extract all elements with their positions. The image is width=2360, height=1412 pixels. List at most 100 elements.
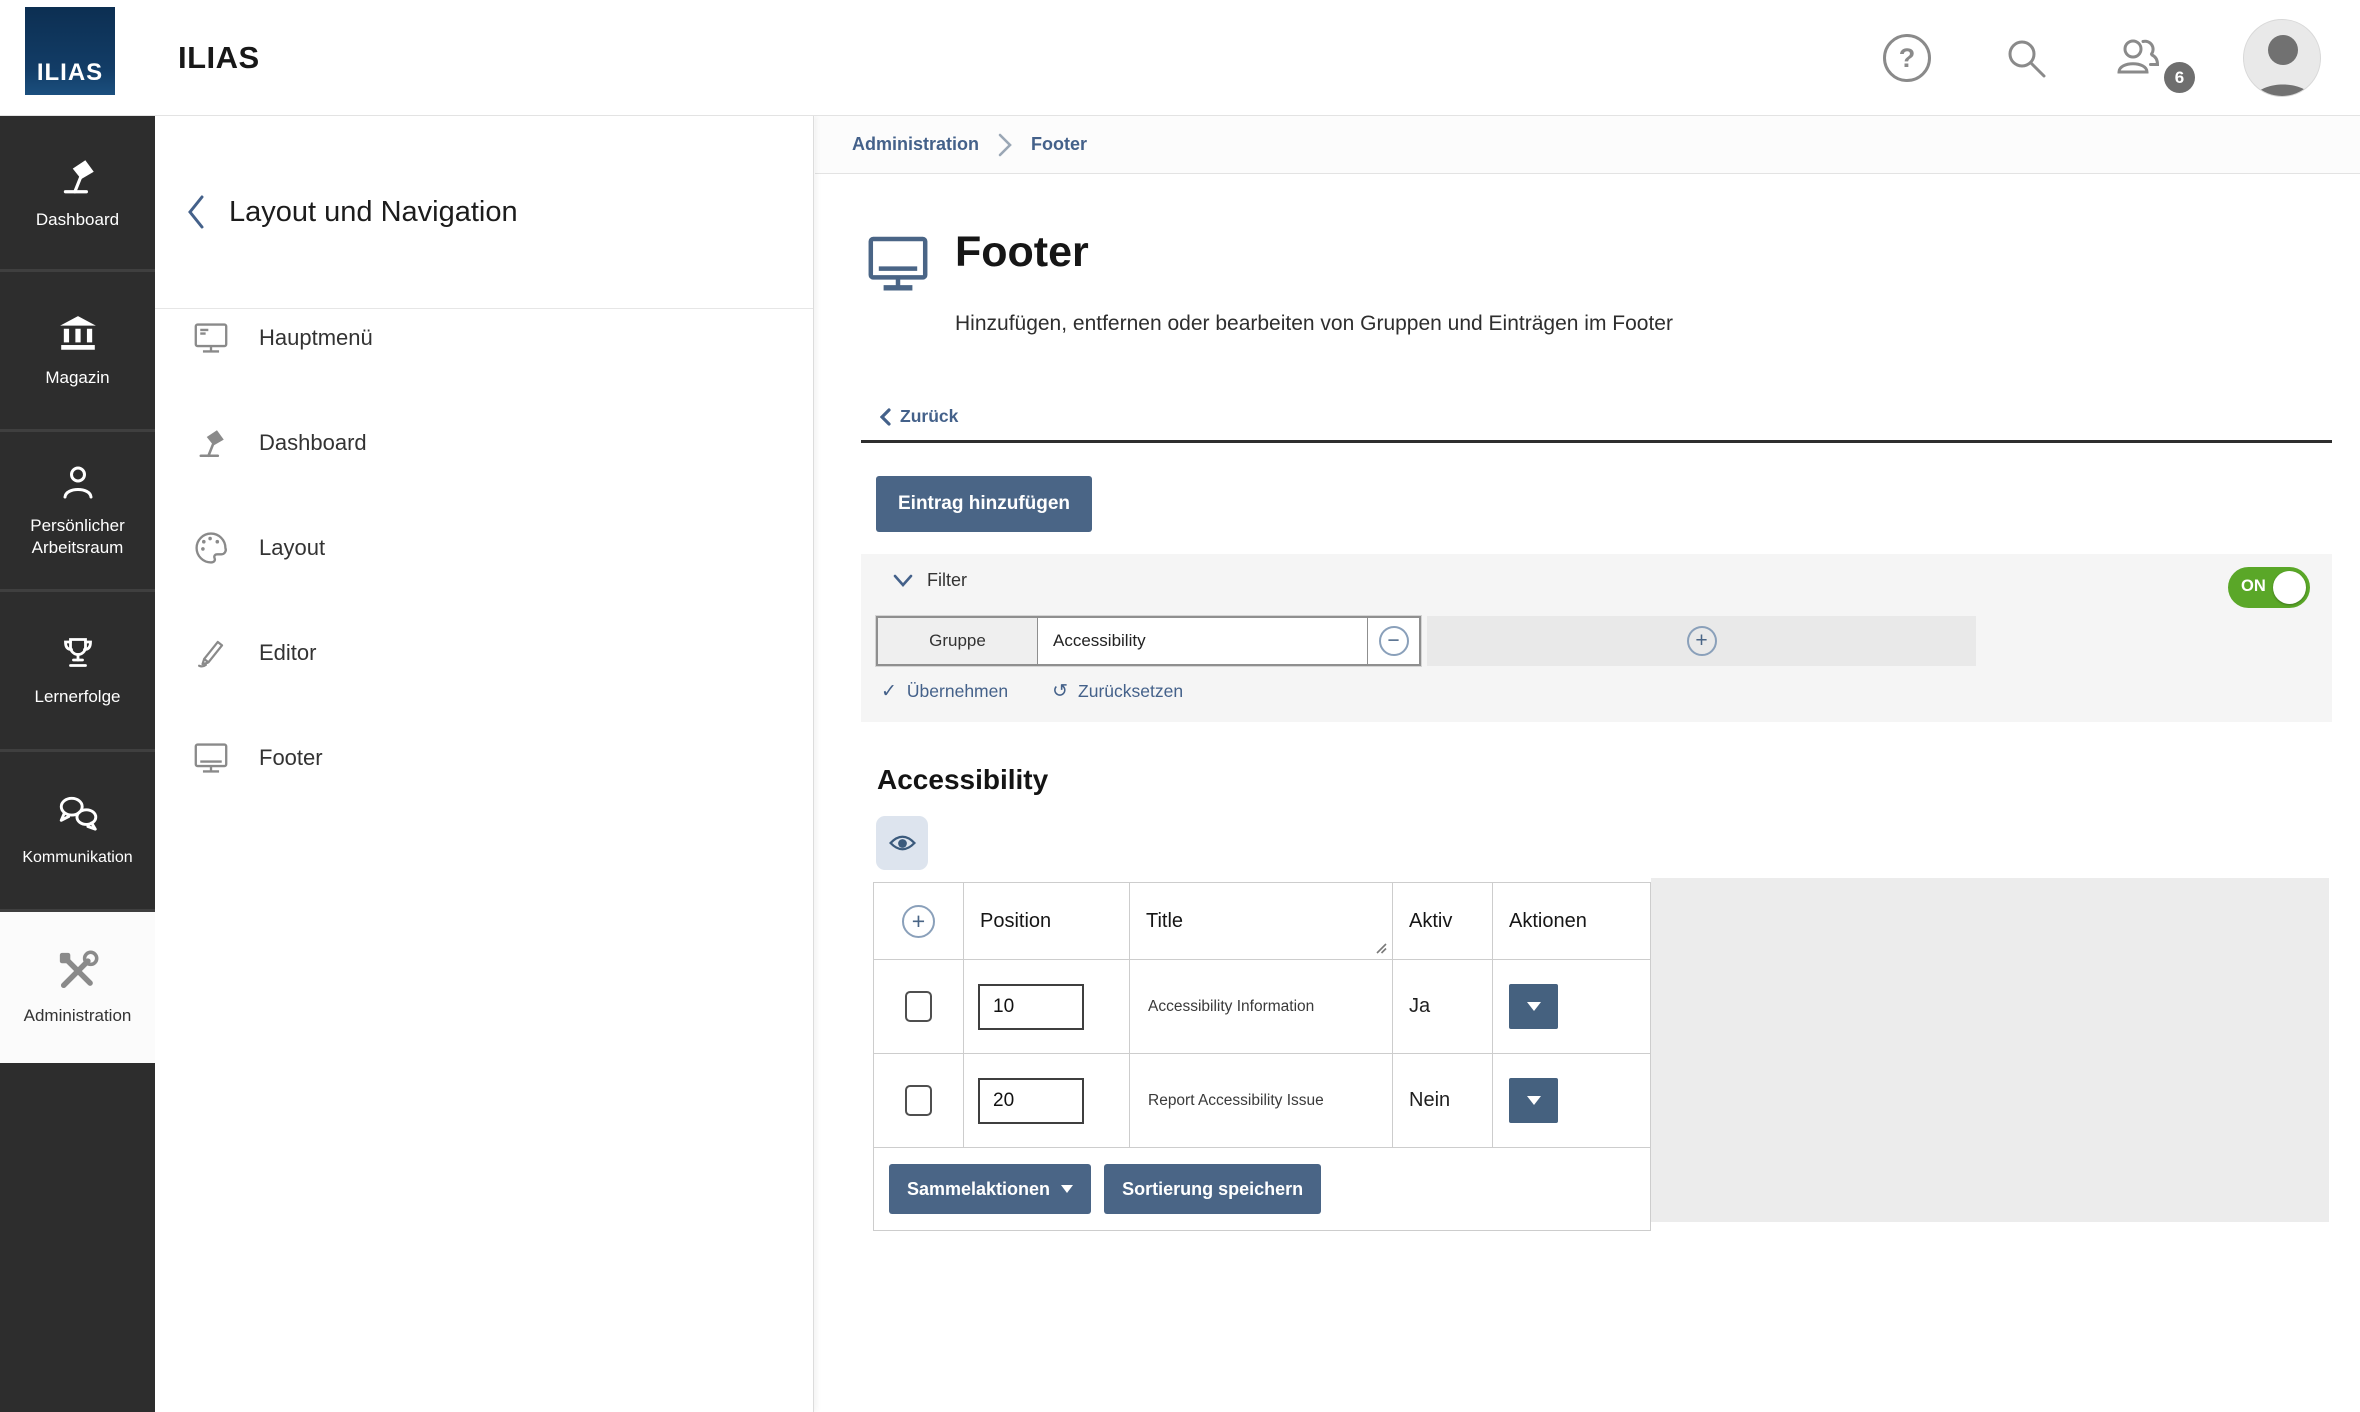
panel-item-list: Hauptmenü Dashboard [155, 309, 813, 834]
row-select-cell [874, 1054, 964, 1148]
row-actions-cell [1493, 1054, 1650, 1148]
column-resize-handle-icon[interactable] [1374, 941, 1387, 954]
breadcrumb-current[interactable]: Footer [1031, 134, 1087, 155]
sidebar-item-administration[interactable]: Administration [0, 912, 155, 1063]
sidebar-filler [0, 1063, 155, 1412]
footer-monitor-icon [866, 232, 930, 294]
avatar[interactable] [2243, 19, 2321, 97]
sidebar-item-persoenlicher-arbeitsraum[interactable]: Persönlicher Arbeitsraum [0, 432, 155, 592]
ilias-logo[interactable]: ILIAS [25, 7, 115, 95]
filter-actions: ✓ Übernehmen ↺ Zurücksetzen [881, 680, 1183, 703]
remove-filter-field-button[interactable]: − [1367, 618, 1419, 664]
breadcrumb-administration[interactable]: Administration [852, 134, 979, 155]
column-header-title[interactable]: Title [1130, 883, 1393, 960]
sidebar-item-kommunikation[interactable]: Kommunikation [0, 752, 155, 912]
caret-down-icon [1527, 1096, 1541, 1105]
breadcrumb: Administration Footer [815, 116, 2360, 174]
caret-down-icon [1527, 1002, 1541, 1011]
row-aktiv-cell: Nein [1393, 1054, 1493, 1148]
bank-icon [57, 313, 99, 355]
panel-title: Layout und Navigation [229, 196, 518, 229]
undo-icon: ↺ [1052, 680, 1068, 703]
add-row-header-cell: + [874, 883, 964, 960]
plus-circle-icon: + [1687, 626, 1717, 656]
column-header-aktionen: Aktionen [1493, 883, 1650, 960]
help-icon: ? [1883, 34, 1931, 82]
row-checkbox[interactable] [905, 1085, 932, 1116]
minus-circle-icon: − [1379, 626, 1409, 656]
main-sidebar: Dashboard Magazin Persönlicher Arbeitsra… [0, 116, 155, 1412]
plus-circle-icon: + [902, 905, 935, 938]
row-aktiv-cell: Ja [1393, 960, 1493, 1054]
help-button[interactable]: ? [1883, 34, 2003, 82]
back-link[interactable]: Zurück [880, 406, 958, 427]
pen-icon [193, 636, 229, 670]
group-section-title: Accessibility [877, 764, 1048, 796]
bulk-actions-button[interactable]: Sammelaktionen [889, 1164, 1091, 1214]
position-input[interactable] [978, 984, 1084, 1030]
page-title: Footer [955, 228, 1089, 277]
panel-item-editor[interactable]: Editor [155, 624, 813, 729]
row-position-cell [964, 1054, 1130, 1148]
panel-item-footer[interactable]: Footer [155, 729, 813, 834]
awareness-badge: 6 [2164, 62, 2195, 93]
search-icon [2003, 35, 2049, 81]
topbar-actions: ? 6 [1883, 0, 2321, 116]
trophy-icon [58, 634, 98, 674]
chevron-down-icon [893, 574, 913, 587]
chevron-right-icon [997, 132, 1013, 158]
panel-item-hauptmenu[interactable]: Hauptmenü [155, 309, 813, 414]
toggle-knob [2273, 571, 2306, 604]
sidebar-item-dashboard[interactable]: Dashboard [0, 116, 155, 272]
page-subtitle: Hinzufügen, entfernen oder bearbeiten vo… [955, 312, 1673, 336]
reset-filter-link[interactable]: ↺ Zurücksetzen [1052, 680, 1183, 703]
user-silhouette-icon [2244, 20, 2321, 97]
awareness-button[interactable]: 6 [2111, 35, 2165, 81]
check-icon: ✓ [881, 680, 897, 703]
sidebar-item-magazin[interactable]: Magazin [0, 272, 155, 432]
row-title-cell: Accessibility Information [1130, 960, 1393, 1054]
position-input[interactable] [978, 1078, 1084, 1124]
panel-item-dashboard[interactable]: Dashboard [155, 414, 813, 519]
table-footer: Sammelaktionen Sortierung speichern [874, 1148, 1650, 1230]
filter-collapse-toggle[interactable]: Filter [893, 570, 967, 591]
content-placeholder-block [1651, 878, 2329, 1222]
column-header-aktiv[interactable]: Aktiv [1393, 883, 1493, 960]
search-button[interactable] [2003, 35, 2049, 81]
footer-entries-table: + Position Title Aktiv Aktionen [873, 882, 1651, 1231]
row-position-cell [964, 960, 1130, 1054]
tools-icon [56, 949, 100, 993]
add-entry-button[interactable]: Eintrag hinzufügen [876, 476, 1092, 532]
panel-header: Layout und Navigation [155, 116, 813, 309]
save-sorting-button[interactable]: Sortierung speichern [1104, 1164, 1321, 1214]
filter-on-toggle[interactable]: ON [2228, 567, 2310, 608]
row-checkbox[interactable] [905, 991, 932, 1022]
chevron-left-icon [880, 408, 891, 426]
toolbar-divider [861, 440, 2332, 443]
add-filter-field-bar: + [1427, 616, 1976, 666]
caret-down-icon [1061, 1185, 1073, 1193]
column-header-position[interactable]: Position [964, 883, 1130, 960]
ilias-logo-text: ILIAS [37, 59, 103, 87]
row-actions-dropdown-button[interactable] [1509, 1078, 1558, 1123]
monitor-icon [193, 321, 229, 355]
add-filter-field-button[interactable]: + [1687, 626, 1717, 656]
apply-filter-link[interactable]: ✓ Übernehmen [881, 680, 1008, 703]
monitor-footer-icon [193, 741, 229, 775]
person-icon [58, 463, 98, 503]
filter-group-input[interactable] [1038, 618, 1367, 664]
filter-field-group: Gruppe − [876, 616, 1421, 666]
panel-item-layout[interactable]: Layout [155, 519, 813, 624]
chat-icon [55, 793, 101, 835]
lamp-icon [193, 426, 229, 460]
add-row-button[interactable]: + [902, 905, 935, 938]
filter-field-label: Gruppe [878, 618, 1038, 664]
row-select-cell [874, 960, 964, 1054]
chevron-left-icon[interactable] [185, 194, 207, 230]
eye-icon [889, 833, 916, 853]
toggle-visibility-button[interactable] [876, 816, 928, 870]
row-actions-dropdown-button[interactable] [1509, 984, 1558, 1029]
palette-icon [193, 530, 229, 566]
row-actions-cell [1493, 960, 1650, 1054]
sidebar-item-lernerfolge[interactable]: Lernerfolge [0, 592, 155, 752]
